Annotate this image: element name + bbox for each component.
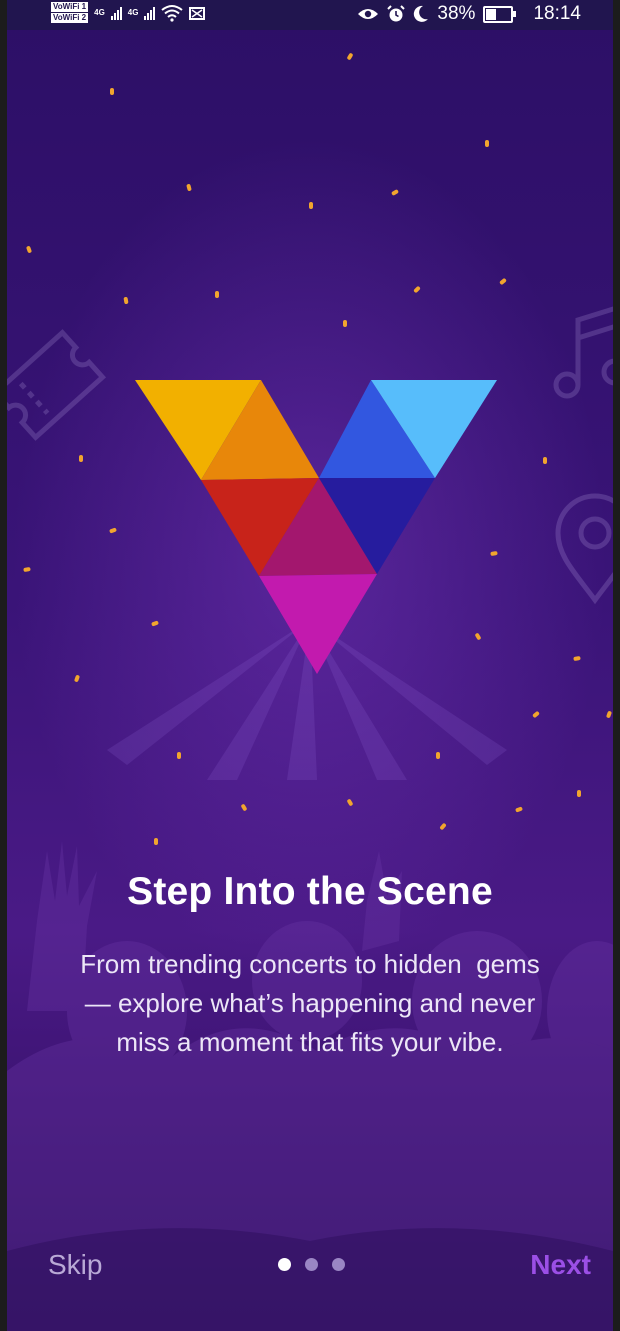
- vowifi-tags: VoWiFi 1 VoWiFi 2: [51, 2, 89, 23]
- confetti-piece: [543, 457, 547, 464]
- battery-icon: [483, 5, 517, 23]
- confetti-piece: [485, 140, 489, 147]
- confetti-piece: [390, 189, 400, 196]
- confetti-piece: [123, 296, 129, 305]
- confetti-piece: [436, 752, 440, 759]
- vowifi-tag-1: VoWiFi 1: [51, 2, 89, 12]
- confetti-piece: [79, 455, 83, 462]
- signal-icon: [110, 6, 122, 20]
- device-edge-right: [613, 0, 620, 1331]
- mute-icon: [189, 6, 206, 20]
- wifi-icon: [161, 4, 184, 22]
- signal-icon: [144, 6, 156, 20]
- description-line-2: — explore what’s happening and never: [84, 988, 536, 1018]
- status-bar: VoWiFi 1 VoWiFi 2 4G 4G 38% 18:14: [7, 0, 613, 30]
- next-button[interactable]: Next: [530, 1249, 591, 1281]
- confetti-piece: [499, 277, 507, 286]
- page-dot-2[interactable]: [305, 1258, 318, 1271]
- confetti-piece: [177, 752, 181, 759]
- alarm-icon: [387, 5, 406, 22]
- onboarding-screen: VoWiFi 1 VoWiFi 2 4G 4G 38% 18:14 Step I…: [7, 0, 613, 1331]
- confetti-piece: [343, 320, 347, 327]
- confetti-piece: [413, 285, 421, 294]
- confetti-piece: [346, 52, 354, 61]
- battery-level: [486, 8, 497, 20]
- description-line-1: From trending concerts to hidden gems: [80, 949, 540, 979]
- skip-button[interactable]: Skip: [48, 1249, 102, 1281]
- network-type-2: 4G: [127, 8, 139, 17]
- status-left: VoWiFi 1 VoWiFi 2 4G 4G: [51, 2, 207, 23]
- device-edge-left: [0, 0, 7, 1331]
- confetti-piece: [186, 183, 192, 192]
- confetti-piece: [577, 790, 581, 797]
- confetti-piece: [309, 202, 313, 209]
- music-note-icon: [553, 306, 613, 399]
- moon-icon: [414, 5, 429, 22]
- battery-percent: 38%: [437, 3, 476, 24]
- clock: 18:14: [533, 3, 581, 24]
- confetti-piece: [346, 798, 354, 807]
- confetti-piece: [25, 245, 33, 254]
- onboarding-description: From trending concerts to hidden gems — …: [40, 945, 580, 1062]
- page-dot-1[interactable]: [278, 1258, 291, 1271]
- vowifi-tag-2: VoWiFi 2: [51, 13, 89, 23]
- confetti-piece: [215, 291, 219, 298]
- v-logo: [135, 380, 497, 674]
- description-line-3: miss a moment that fits your vibe.: [116, 1027, 504, 1057]
- status-right: 38% 18:14: [357, 3, 581, 25]
- confetti-piece: [110, 88, 114, 95]
- network-type-1: 4G: [94, 8, 105, 17]
- onboarding-title: Step Into the Scene: [127, 870, 493, 913]
- page-indicator: [278, 1258, 345, 1271]
- page-dot-3[interactable]: [332, 1258, 345, 1271]
- eye-icon: [358, 9, 379, 19]
